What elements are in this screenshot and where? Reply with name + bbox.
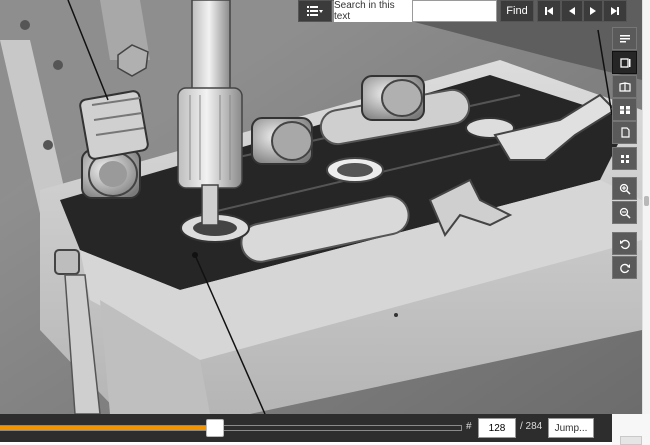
rotate-left-icon	[619, 238, 631, 250]
zoom-out-icon	[619, 207, 631, 219]
text-view-button[interactable]	[612, 27, 637, 50]
search-input[interactable]	[412, 0, 497, 22]
thumbnails-icon	[619, 105, 631, 115]
last-page-button[interactable]	[603, 0, 627, 22]
grid-icon	[620, 154, 630, 164]
next-page-icon	[588, 6, 598, 16]
progress-fill	[0, 426, 208, 430]
page-total: / 284	[520, 421, 543, 432]
zoom-out-button[interactable]	[612, 201, 637, 224]
page-progress-slider[interactable]	[0, 425, 462, 431]
rotate-left-button[interactable]	[612, 232, 637, 255]
two-page-view-button[interactable]	[612, 75, 637, 98]
previous-page-icon	[567, 6, 577, 16]
scrollbar-thumb[interactable]	[644, 196, 649, 206]
thumbnails-view-button[interactable]	[612, 98, 637, 121]
find-button[interactable]: Find	[500, 0, 534, 22]
zoom-in-icon	[619, 183, 631, 195]
vertical-scrollbar[interactable]	[642, 0, 650, 414]
list-icon	[306, 5, 324, 17]
rotate-right-icon	[619, 262, 631, 274]
single-page-icon	[619, 57, 631, 68]
previous-page-button[interactable]	[561, 0, 583, 22]
jump-button[interactable]: Jump...	[548, 418, 594, 438]
corner-badge	[620, 436, 642, 445]
first-page-button[interactable]	[537, 0, 561, 22]
zoom-in-button[interactable]	[612, 177, 637, 200]
menu-dropdown-button[interactable]	[298, 0, 332, 22]
page-icon	[619, 127, 631, 138]
book-viewer: Search in this text Find # 128 / 284 Jum…	[0, 0, 650, 445]
page-view-button[interactable]	[612, 121, 637, 144]
page-number-input[interactable]	[478, 418, 516, 438]
scanned-page-image	[0, 0, 642, 414]
progress-slider-handle[interactable]	[205, 419, 224, 437]
first-page-icon	[544, 6, 554, 16]
single-page-view-button[interactable]	[612, 51, 637, 74]
page-number-hash: #	[466, 421, 472, 432]
last-page-icon	[610, 6, 620, 16]
grid-view-button[interactable]	[612, 147, 637, 170]
next-page-button[interactable]	[583, 0, 603, 22]
rotate-right-button[interactable]	[612, 256, 637, 279]
two-page-icon	[618, 81, 631, 92]
page-navigation-bar: # / 284 Jump...	[0, 414, 612, 442]
text-view-icon	[619, 34, 631, 44]
search-label: Search in this text	[334, 0, 412, 22]
